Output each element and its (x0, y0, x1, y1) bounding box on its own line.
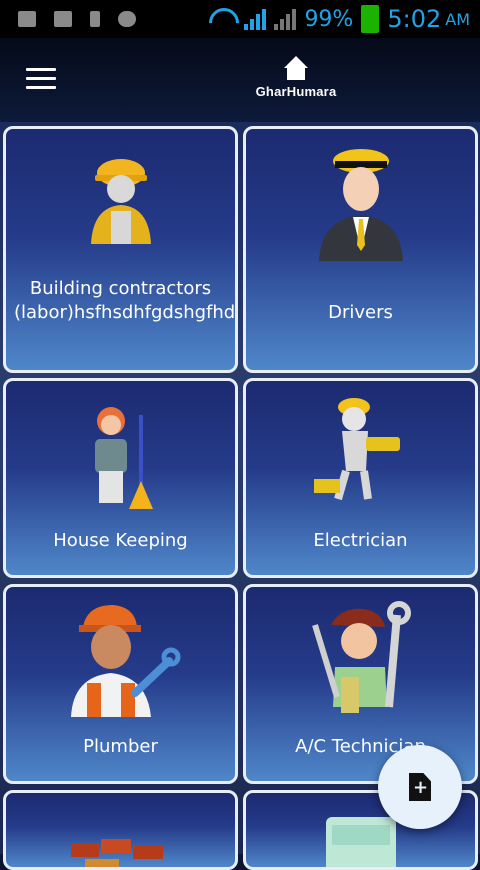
service-label: Building contractors (labor)hsfhsdhfgdsh… (14, 278, 236, 323)
menu-icon (26, 68, 56, 71)
service-card-mason[interactable] (3, 790, 238, 870)
bricks-icon (70, 839, 163, 867)
battery-charging-icon (361, 5, 380, 33)
plumber-icon (70, 605, 180, 717)
services-grid: Building contractors (labor)hsfhsdhfgdsh… (0, 122, 480, 870)
service-card-plumber[interactable]: Plumber (3, 584, 238, 784)
battery-percent: 99% (304, 6, 354, 32)
service-card-drivers[interactable]: Drivers (243, 126, 478, 373)
android-debug-icon (118, 11, 136, 27)
signal-icon (244, 8, 267, 30)
service-label: House Keeping (53, 530, 188, 551)
service-card-house-keeping[interactable]: House Keeping (3, 378, 238, 578)
driver-icon (318, 149, 403, 261)
note-add-icon (409, 773, 431, 801)
ac-technician-icon (311, 601, 411, 713)
menu-button[interactable] (26, 68, 56, 90)
service-card-building-contractors[interactable]: Building contractors (labor)hsfhsdhfgdsh… (3, 126, 238, 373)
app-bar: GharHumara (0, 38, 480, 122)
message-notification-icon (18, 11, 36, 27)
wifi-icon (206, 8, 236, 30)
construction-worker-icon (90, 159, 151, 244)
service-label: Electrician (313, 530, 408, 551)
service-label: Drivers (328, 302, 393, 323)
device-notification-icon (90, 11, 100, 27)
housekeeper-icon (94, 407, 153, 509)
clock-time: 5:02 (387, 5, 442, 33)
app-logo: GharHumara (246, 56, 346, 99)
status-bar: 99% 5:02 AM (0, 0, 480, 38)
image-notification-icon (54, 11, 72, 27)
logo-text: GharHumara (255, 84, 337, 99)
electrician-icon (313, 398, 400, 501)
service-label: Plumber (83, 736, 158, 757)
service-card-electrician[interactable]: Electrician (243, 378, 478, 578)
clock-ampm: AM (445, 9, 470, 29)
add-request-button[interactable] (378, 745, 462, 829)
signal-sim2-icon (274, 8, 297, 30)
house-icon (281, 56, 311, 82)
